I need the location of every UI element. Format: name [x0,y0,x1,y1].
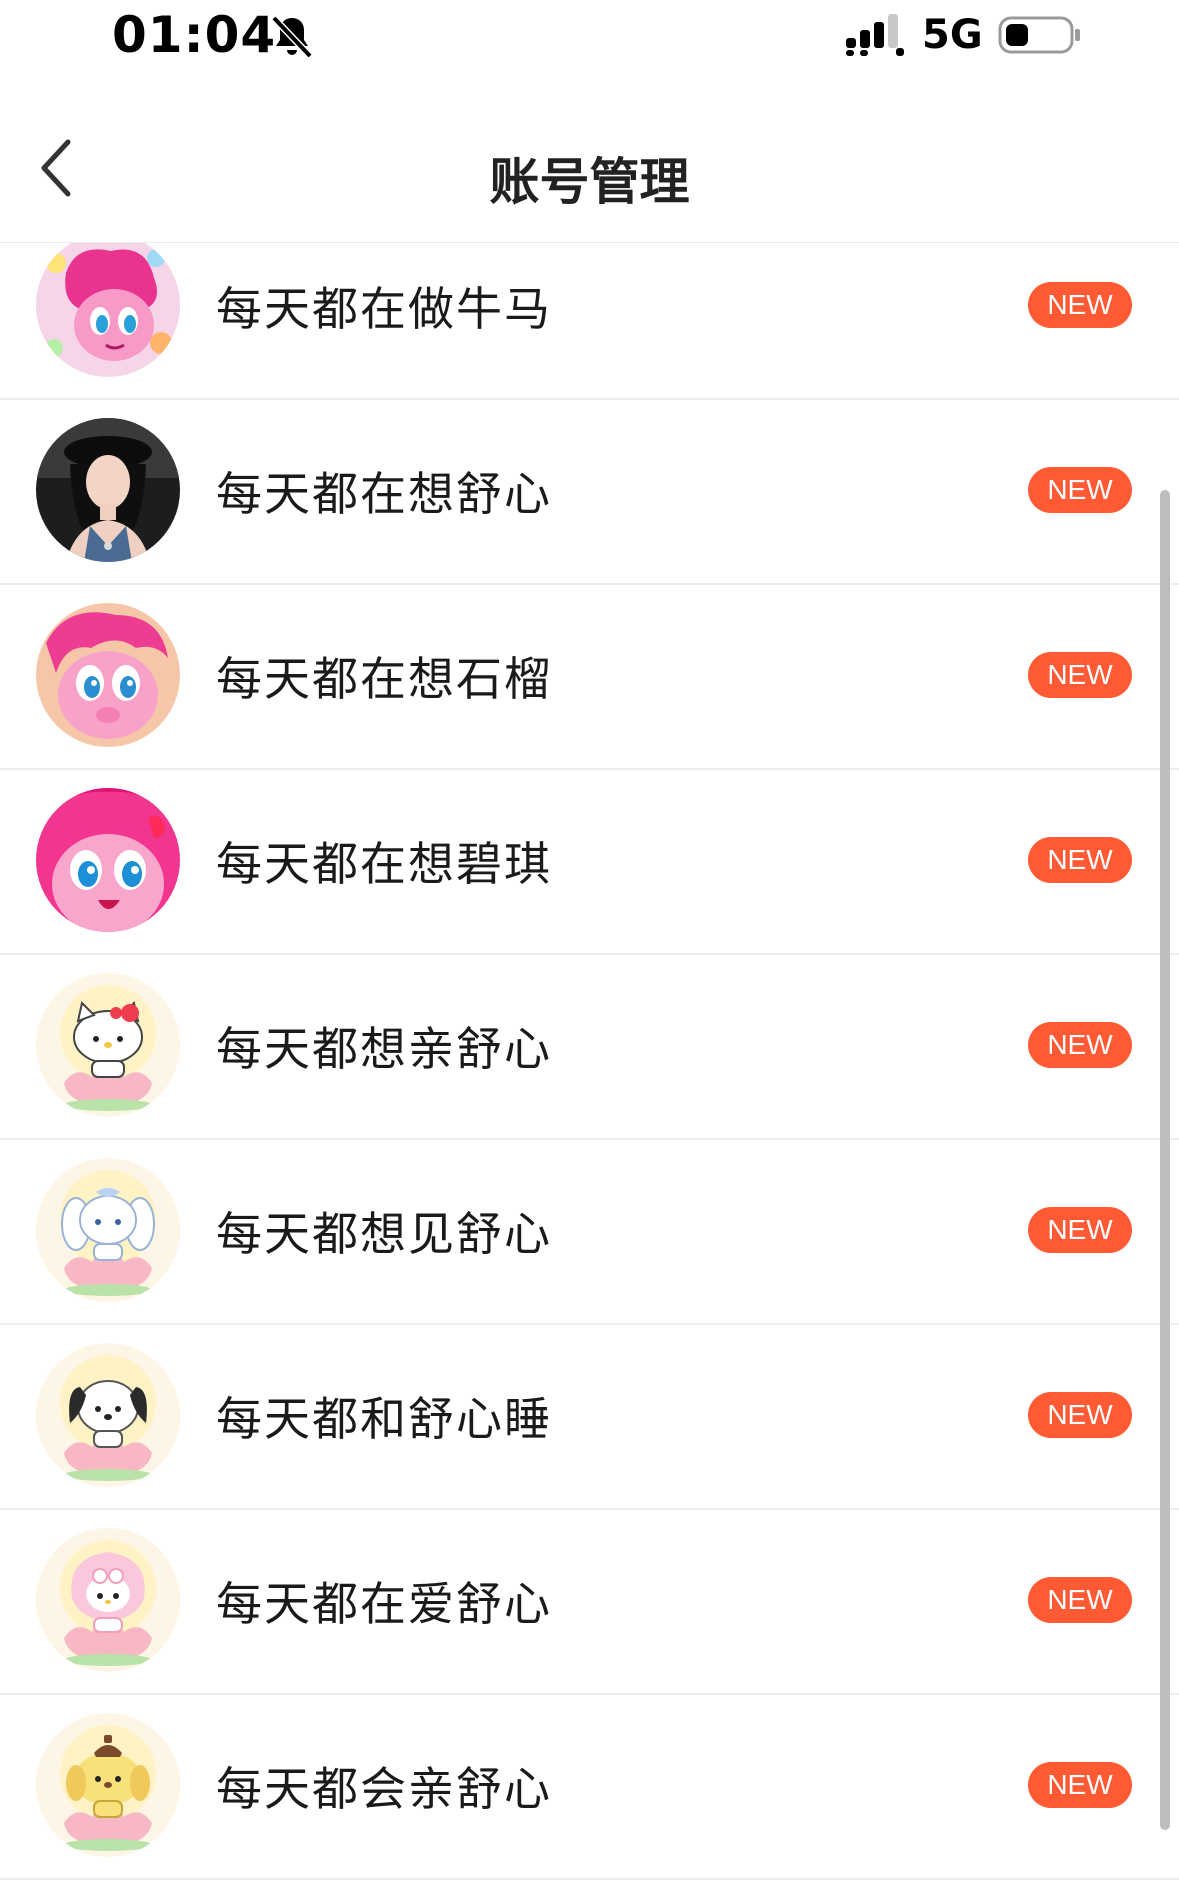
page-title: 账号管理 [489,153,690,211]
pinkie-pie-avatar [36,243,180,377]
account-name: 每天都想亲舒心 [216,1022,552,1076]
account-name: 每天都在想舒心 [216,467,552,521]
new-badge: NEW [1028,837,1132,883]
account-management-screen: 01:04 5G 账号管理 每天都在做牛马 NEW 每天都在想舒心 NEW 每天… [0,0,1179,1888]
status-time: 01:04 [112,6,277,64]
new-badge: NEW [1028,1022,1132,1068]
account-item[interactable]: 每天都在做牛马 NEW [0,243,1179,400]
new-badge: NEW [1028,652,1132,698]
account-item[interactable]: 每天都在想石榴 NEW [0,583,1179,770]
navigation-bar: 账号管理 [0,96,1179,243]
signal-icon [846,14,908,56]
pinkie-pie-avatar [36,603,180,747]
cinnamoroll-avatar [36,1158,180,1302]
bell-off-icon [268,12,316,60]
pinkie-pie-avatar [36,788,180,932]
girl-photo-avatar [36,418,180,562]
pochacco-avatar [36,1343,180,1487]
new-badge: NEW [1028,282,1132,328]
new-badge: NEW [1028,1577,1132,1623]
status-bar: 01:04 5G [0,0,1179,80]
account-name: 每天都在爱舒心 [216,1577,552,1631]
hello-kitty-avatar [36,973,180,1117]
battery-icon [998,14,1082,56]
new-badge: NEW [1028,467,1132,513]
account-name: 每天都在做牛马 [216,282,552,336]
account-name: 每天都在想碧琪 [216,837,552,891]
account-name: 每天都在想石榴 [216,652,552,706]
new-badge: NEW [1028,1392,1132,1438]
account-item[interactable]: 每天都在想舒心 NEW [0,398,1179,585]
account-item[interactable]: 每天都在爱舒心 NEW [0,1508,1179,1695]
pompompurin-avatar [36,1713,180,1857]
account-item[interactable]: 每天都想见舒心 NEW [0,1138,1179,1325]
my-melody-avatar [36,1528,180,1672]
scrollbar[interactable] [1160,490,1170,1830]
new-badge: NEW [1028,1762,1132,1808]
account-item[interactable]: 每天都想亲舒心 NEW [0,953,1179,1140]
account-item[interactable]: 每天都会亲舒心 NEW [0,1693,1179,1880]
account-name: 每天都和舒心睡 [216,1392,552,1446]
account-item[interactable]: 每天都在想碧琪 NEW [0,768,1179,955]
network-label: 5G [922,12,983,58]
account-name: 每天都会亲舒心 [216,1762,552,1816]
account-name: 每天都想见舒心 [216,1207,552,1261]
account-list[interactable]: 每天都在做牛马 NEW 每天都在想舒心 NEW 每天都在想石榴 NEW 每天都在… [0,243,1179,1888]
new-badge: NEW [1028,1207,1132,1253]
account-item[interactable]: 每天都和舒心睡 NEW [0,1323,1179,1510]
